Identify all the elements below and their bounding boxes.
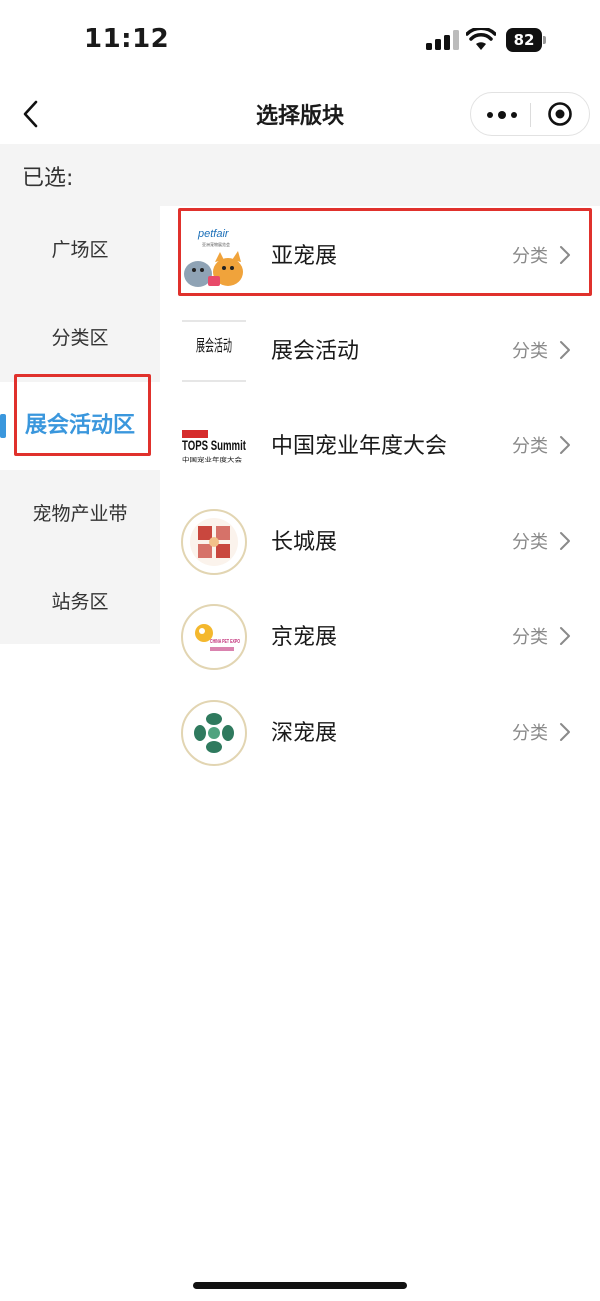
sidebar-item-plaza[interactable]: 广场区 (0, 206, 160, 294)
sidebar-item-category[interactable]: 分类区 (0, 294, 160, 382)
list-item[interactable]: petfair 亚洲宠物展览会 亚宠展 分类 (160, 208, 600, 303)
chevron-right-icon (560, 627, 570, 645)
great-wall-expo-logo (181, 509, 247, 575)
status-bar: 11:12 82 (0, 0, 600, 80)
list-item[interactable]: 长城展 分类 (160, 494, 600, 589)
nav-bar: 选择版块 (0, 84, 600, 144)
sidebar-item-exhibition[interactable]: 展会活动区 (0, 382, 160, 470)
petfair-logo: petfair 亚洲宠物展览会 (180, 222, 248, 290)
list-item[interactable]: CHINA PET EXPO 京宠展 分类 (160, 589, 600, 684)
row-title: 深宠展 (271, 721, 338, 746)
cellular-signal-icon (426, 30, 459, 50)
row-title: 展会活动 (271, 339, 360, 364)
exhibition-logo-text: 展会活动 (196, 336, 232, 355)
exhibition-activity-logo: 展会活动 (180, 317, 248, 385)
row-title: 亚宠展 (271, 244, 338, 269)
battery-icon: 82 (506, 28, 546, 52)
row-category-link[interactable]: 分类 (512, 432, 548, 458)
sidebar-item-pet-industry[interactable]: 宠物产业带 (0, 470, 160, 558)
selected-bar: 已选: (0, 144, 600, 206)
list-item[interactable]: 展会活动 展会活动 分类 (160, 303, 600, 398)
wifi-icon (466, 28, 496, 50)
tops-logo-text: TOPS Summit (182, 437, 246, 453)
row-category-link[interactable]: 分类 (512, 623, 548, 649)
china-pet-expo-logo: CHINA PET EXPO (181, 604, 247, 670)
sidebar-active-indicator (0, 414, 6, 438)
chevron-right-icon (560, 532, 570, 550)
row-title: 长城展 (271, 530, 338, 555)
battery-level: 82 (506, 28, 542, 52)
row-title: 京宠展 (271, 625, 338, 650)
status-time: 11:12 (84, 24, 170, 54)
selected-label: 已选: (22, 166, 74, 191)
more-dots-icon[interactable] (471, 93, 531, 135)
row-title: 中国宠业年度大会 (271, 434, 448, 459)
chevron-right-icon (560, 436, 570, 454)
row-category-link[interactable]: 分类 (512, 719, 548, 745)
row-category-link[interactable]: 分类 (512, 528, 548, 554)
tops-summit-logo: TOPS Summit 中国宠业年度大会 (180, 412, 248, 480)
tops-logo-subtitle: 中国宠业年度大会 (182, 456, 242, 464)
row-category-link[interactable]: 分类 (512, 337, 548, 363)
petfair-logo-text: petfair (197, 228, 230, 240)
category-sidebar: 广场区 分类区 展会活动区 宠物产业带 站务区 (0, 206, 160, 644)
petfair-logo-subtitle: 亚洲宠物展览会 (202, 241, 230, 247)
china-pet-expo-logo-text: CHINA PET EXPO (210, 639, 240, 645)
chevron-right-icon (560, 341, 570, 359)
list-item[interactable]: TOPS Summit 中国宠业年度大会 中国宠业年度大会 分类 (160, 398, 600, 493)
sidebar-item-site-affairs[interactable]: 站务区 (0, 558, 160, 646)
chevron-right-icon (560, 723, 570, 741)
row-category-link[interactable]: 分类 (512, 242, 548, 268)
shenzhen-pet-expo-logo (181, 700, 247, 766)
chevron-right-icon (560, 246, 570, 264)
mini-program-capsule (470, 92, 590, 136)
home-indicator[interactable] (193, 1282, 407, 1289)
close-target-icon[interactable] (531, 93, 589, 135)
list-item[interactable]: 深宠展 分类 (160, 685, 600, 780)
